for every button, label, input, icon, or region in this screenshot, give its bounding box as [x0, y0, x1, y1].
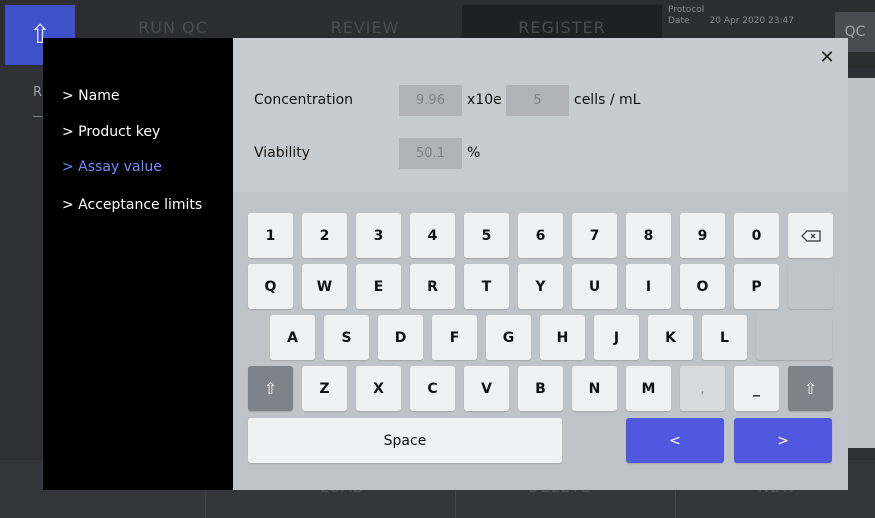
key-6[interactable]: 6: [518, 213, 563, 258]
next-button[interactable]: >: [734, 418, 832, 463]
sidebar-item-product-key[interactable]: > Product key: [62, 124, 160, 140]
shift-left-key[interactable]: ⇧: [248, 366, 293, 411]
concentration-unit: cells / mL: [574, 92, 641, 108]
key-7[interactable]: 7: [572, 213, 617, 258]
protocol-info: Protocol Date 20 Apr 2020 23:47: [668, 5, 794, 27]
viability-field[interactable]: 50.1: [399, 138, 462, 169]
key-a[interactable]: A: [270, 315, 315, 360]
blank-key: [788, 264, 833, 309]
key-2[interactable]: 2: [302, 213, 347, 258]
key-x[interactable]: X: [356, 366, 401, 411]
key-d[interactable]: D: [378, 315, 423, 360]
concentration-mantissa-field[interactable]: 9.96: [399, 85, 462, 116]
key-comma[interactable]: ,: [680, 366, 725, 411]
key-i[interactable]: I: [626, 264, 671, 309]
key-j[interactable]: J: [594, 315, 639, 360]
key-m[interactable]: M: [626, 366, 671, 411]
sidebar-item-name[interactable]: > Name: [62, 88, 119, 104]
key-n[interactable]: N: [572, 366, 617, 411]
key-1[interactable]: 1: [248, 213, 293, 258]
key-4[interactable]: 4: [410, 213, 455, 258]
shift-icon: ⇧: [803, 379, 818, 398]
exponent-label: x10e: [467, 92, 502, 108]
row-letter: R: [33, 85, 43, 100]
key-h[interactable]: H: [540, 315, 585, 360]
key-0[interactable]: 0: [734, 213, 779, 258]
key-r[interactable]: R: [410, 264, 455, 309]
key-o[interactable]: O: [680, 264, 725, 309]
backspace-key[interactable]: [788, 213, 833, 258]
key-3[interactable]: 3: [356, 213, 401, 258]
key-underscore[interactable]: _: [734, 366, 779, 411]
shift-right-key[interactable]: ⇧: [788, 366, 833, 411]
key-z[interactable]: Z: [302, 366, 347, 411]
key-e[interactable]: E: [356, 264, 401, 309]
key-f[interactable]: F: [432, 315, 477, 360]
space-key[interactable]: Space: [248, 418, 562, 463]
modal-sidebar: [43, 38, 233, 490]
key-p[interactable]: P: [734, 264, 779, 309]
key-8[interactable]: 8: [626, 213, 671, 258]
blank-key: [756, 315, 832, 360]
concentration-exponent-field[interactable]: 5: [506, 85, 569, 116]
key-5[interactable]: 5: [464, 213, 509, 258]
concentration-label: Concentration: [254, 92, 354, 108]
key-g[interactable]: G: [486, 315, 531, 360]
date-label: Date: [668, 16, 690, 26]
backspace-icon: [800, 229, 821, 242]
key-u[interactable]: U: [572, 264, 617, 309]
key-v[interactable]: V: [464, 366, 509, 411]
key-k[interactable]: K: [648, 315, 693, 360]
key-c[interactable]: C: [410, 366, 455, 411]
shift-icon: ⇧: [263, 379, 278, 398]
protocol-label: Protocol: [668, 5, 705, 15]
previous-button[interactable]: <: [626, 418, 724, 463]
close-icon[interactable]: ✕: [818, 47, 836, 68]
key-l[interactable]: L: [702, 315, 747, 360]
key-w[interactable]: W: [302, 264, 347, 309]
date-value: 20 Apr 2020 23:47: [709, 16, 794, 26]
sidebar-item-assay-value[interactable]: > Assay value: [62, 159, 162, 175]
key-b[interactable]: B: [518, 366, 563, 411]
viability-label: Viability: [254, 145, 311, 161]
date-row: Date 20 Apr 2020 23:47: [668, 16, 794, 27]
key-9[interactable]: 9: [680, 213, 725, 258]
sidebar-item-acceptance-limits[interactable]: > Acceptance limits: [62, 197, 202, 213]
key-y[interactable]: Y: [518, 264, 563, 309]
key-s[interactable]: S: [324, 315, 369, 360]
key-t[interactable]: T: [464, 264, 509, 309]
key-q[interactable]: Q: [248, 264, 293, 309]
viability-unit: %: [467, 145, 481, 161]
